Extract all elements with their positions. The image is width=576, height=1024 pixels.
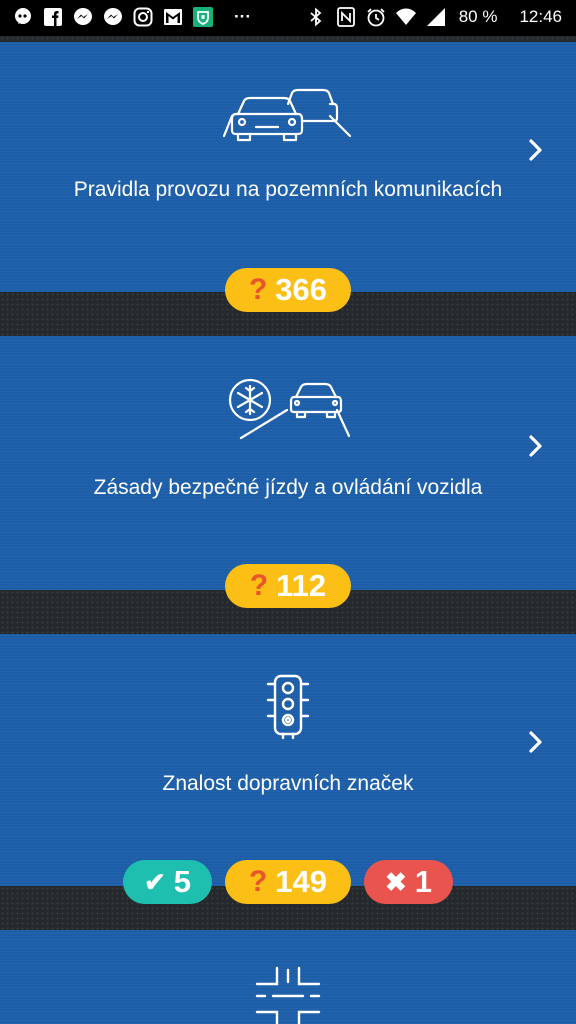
battery-percentage: 80 % [458,7,498,26]
stats-row: ? 112 [0,564,576,608]
stats-row: ✔ 5 ? 149 ✖ 1 [0,860,576,904]
category-card-traffic-rules[interactable]: Pravidla provozu na pozemních komunikací… [0,42,576,296]
category-title: Zásady bezpečné jízdy a ovládání vozidla [93,476,483,499]
category-card-intersection[interactable] [0,930,576,1024]
status-bar: ··· 80 % 12:46 [0,0,576,36]
check-icon: ✔ [143,866,166,897]
instagram-icon [133,7,153,27]
gmail-icon [164,9,182,25]
chevron-right-icon[interactable] [526,730,546,754]
facebook-icon [44,8,62,26]
category-title: Znalost dopravních značek [162,772,414,795]
question-mark-icon: ? [248,865,268,898]
correct-count-badge: ✔ 5 [123,860,212,904]
messenger-icon [74,8,92,25]
question-count: 366 [275,272,328,307]
cross-icon: ✖ [384,866,407,897]
nfc-icon [336,7,355,27]
more-notifications-icon: ··· [234,7,251,26]
intersection-icon [255,966,321,1024]
clock-time: 12:46 [519,7,562,26]
alarm-icon [367,8,385,27]
question-count: 149 [275,864,328,899]
chat-bubble-icon [15,8,31,24]
messenger-icon [104,8,122,25]
bluetooth-icon [310,7,322,27]
wrong-count: 1 [414,864,433,899]
category-card-safe-driving[interactable]: Zásady bezpečné jízdy a ovládání vozidla [0,336,576,590]
snowflake-car-icon [228,378,351,440]
question-mark-icon: ? [248,273,268,306]
wifi-icon [395,8,416,25]
app-shield-icon [193,7,213,27]
signal-icon [426,8,445,26]
wrong-count-badge: ✖ 1 [364,860,453,904]
question-mark-icon: ? [249,569,269,602]
category-card-traffic-signs[interactable]: Znalost dopravních značek [0,634,576,888]
question-count-badge: ? 112 [225,564,351,608]
category-title: Pravidla provozu na pozemních komunikací… [73,178,503,201]
question-count-badge: ? 149 [225,860,351,904]
chevron-right-icon[interactable] [526,434,546,458]
question-count: 112 [276,568,327,603]
question-count-badge: ? 366 [225,268,351,312]
stats-row: ? 366 [0,268,576,312]
correct-count: 5 [173,864,192,899]
cars-on-road-icon [222,88,352,142]
chevron-right-icon[interactable] [526,138,546,162]
traffic-light-icon [266,674,310,740]
